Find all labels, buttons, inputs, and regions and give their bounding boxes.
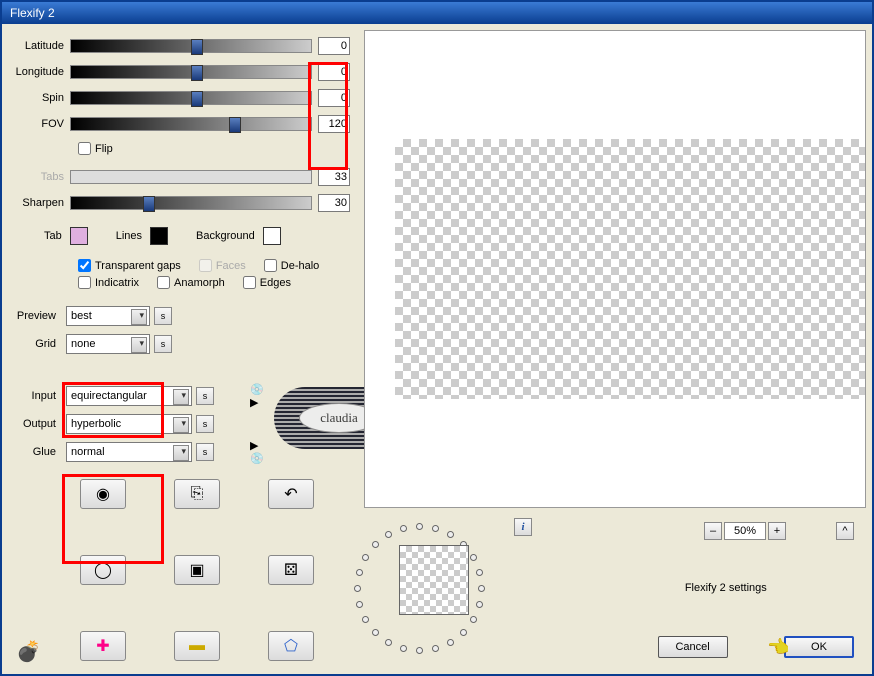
play-disc-icon[interactable]: ▶💿 xyxy=(250,443,268,461)
tool-button-6[interactable]: ⚄ xyxy=(268,555,314,585)
controls-panel: Latitude Longitude Spin FOV Flip xyxy=(2,24,358,672)
output-combo[interactable]: hyperbolic xyxy=(66,414,192,434)
edges-label: Edges xyxy=(260,277,291,289)
thumbnail-preview[interactable] xyxy=(399,545,469,615)
sharpen-label: Sharpen xyxy=(10,197,70,209)
dehalo-checkbox[interactable] xyxy=(264,259,277,272)
spin-slider[interactable] xyxy=(70,91,312,105)
latitude-input[interactable] xyxy=(318,37,350,55)
preview-output xyxy=(395,139,865,399)
anamorph-label: Anamorph xyxy=(174,277,225,289)
dehalo-label: De-halo xyxy=(281,260,320,272)
latitude-slider[interactable] xyxy=(70,39,312,53)
preview-combo[interactable]: best xyxy=(66,306,150,326)
background-color-label: Background xyxy=(196,230,255,242)
tool-button-5[interactable]: ▣ xyxy=(174,555,220,585)
spin-label: Spin xyxy=(10,92,70,104)
tab-color-swatch[interactable] xyxy=(70,227,88,245)
preview-canvas[interactable] xyxy=(364,30,866,508)
longitude-label: Longitude xyxy=(10,66,70,78)
input-combo[interactable]: equirectangular xyxy=(66,386,192,406)
output-combo-label: Output xyxy=(10,418,62,430)
spin-input[interactable] xyxy=(318,89,350,107)
longitude-slider[interactable] xyxy=(70,65,312,79)
info-button[interactable]: i xyxy=(514,518,532,536)
collapse-button[interactable]: ^ xyxy=(836,522,854,540)
tool-button-2[interactable]: ⎘ xyxy=(174,479,220,509)
tabs-label: Tabs xyxy=(10,171,70,183)
tool-button-1[interactable]: ◉ xyxy=(80,479,126,509)
output-s-button[interactable]: s xyxy=(196,415,214,433)
preview-s-button[interactable]: s xyxy=(154,307,172,325)
hand-pointer-icon: 👉 xyxy=(768,637,790,658)
indicatrix-label: Indicatrix xyxy=(95,277,139,289)
anamorph-checkbox[interactable] xyxy=(157,276,170,289)
preview-combo-label: Preview xyxy=(10,310,62,322)
fov-label: FOV xyxy=(10,118,70,130)
input-s-button[interactable]: s xyxy=(196,387,214,405)
flip-label: Flip xyxy=(95,143,113,155)
edges-checkbox[interactable] xyxy=(243,276,256,289)
disc-play-icon[interactable]: 💿▶ xyxy=(250,387,268,405)
tool-button-9[interactable]: ⬠ xyxy=(268,631,314,661)
background-color-swatch[interactable] xyxy=(263,227,281,245)
tool-button-8[interactable]: ▬ xyxy=(174,631,220,661)
ok-button[interactable]: OK xyxy=(784,636,854,658)
tabs-input[interactable] xyxy=(318,168,350,186)
grid-s-button[interactable]: s xyxy=(154,335,172,353)
lines-color-swatch[interactable] xyxy=(150,227,168,245)
latitude-label: Latitude xyxy=(10,40,70,52)
longitude-input[interactable] xyxy=(318,63,350,81)
glue-combo[interactable]: normal xyxy=(66,442,192,462)
sharpen-slider[interactable] xyxy=(70,196,312,210)
fov-input[interactable] xyxy=(318,115,350,133)
window-titlebar: Flexify 2 xyxy=(2,2,872,24)
tabs-slider xyxy=(70,170,312,184)
tool-button-7[interactable]: ✚ xyxy=(80,631,126,661)
grid-combo-label: Grid xyxy=(10,338,62,350)
settings-label: Flexify 2 settings xyxy=(685,582,767,594)
tab-color-label: Tab xyxy=(44,230,62,242)
transparent-gaps-label: Transparent gaps xyxy=(95,260,181,272)
burn-icon[interactable]: 💣 xyxy=(16,639,41,664)
grid-combo[interactable]: none xyxy=(66,334,150,354)
lines-color-label: Lines xyxy=(116,230,142,242)
indicatrix-checkbox[interactable] xyxy=(78,276,91,289)
transparent-gaps-checkbox[interactable] xyxy=(78,259,91,272)
zoom-value[interactable]: 50% xyxy=(724,522,766,540)
glue-combo-label: Glue xyxy=(10,446,62,458)
faces-checkbox xyxy=(199,259,212,272)
tool-button-4[interactable]: ◯ xyxy=(80,555,126,585)
cancel-button[interactable]: Cancel xyxy=(658,636,728,658)
faces-label: Faces xyxy=(216,260,246,272)
zoom-in-button[interactable]: + xyxy=(768,522,786,540)
fov-slider[interactable] xyxy=(70,117,312,131)
tool-button-3[interactable]: ↶ xyxy=(268,479,314,509)
sharpen-input[interactable] xyxy=(318,194,350,212)
zoom-out-button[interactable]: – xyxy=(704,522,722,540)
input-combo-label: Input xyxy=(10,390,62,402)
flip-checkbox[interactable] xyxy=(78,142,91,155)
glue-s-button[interactable]: s xyxy=(196,443,214,461)
